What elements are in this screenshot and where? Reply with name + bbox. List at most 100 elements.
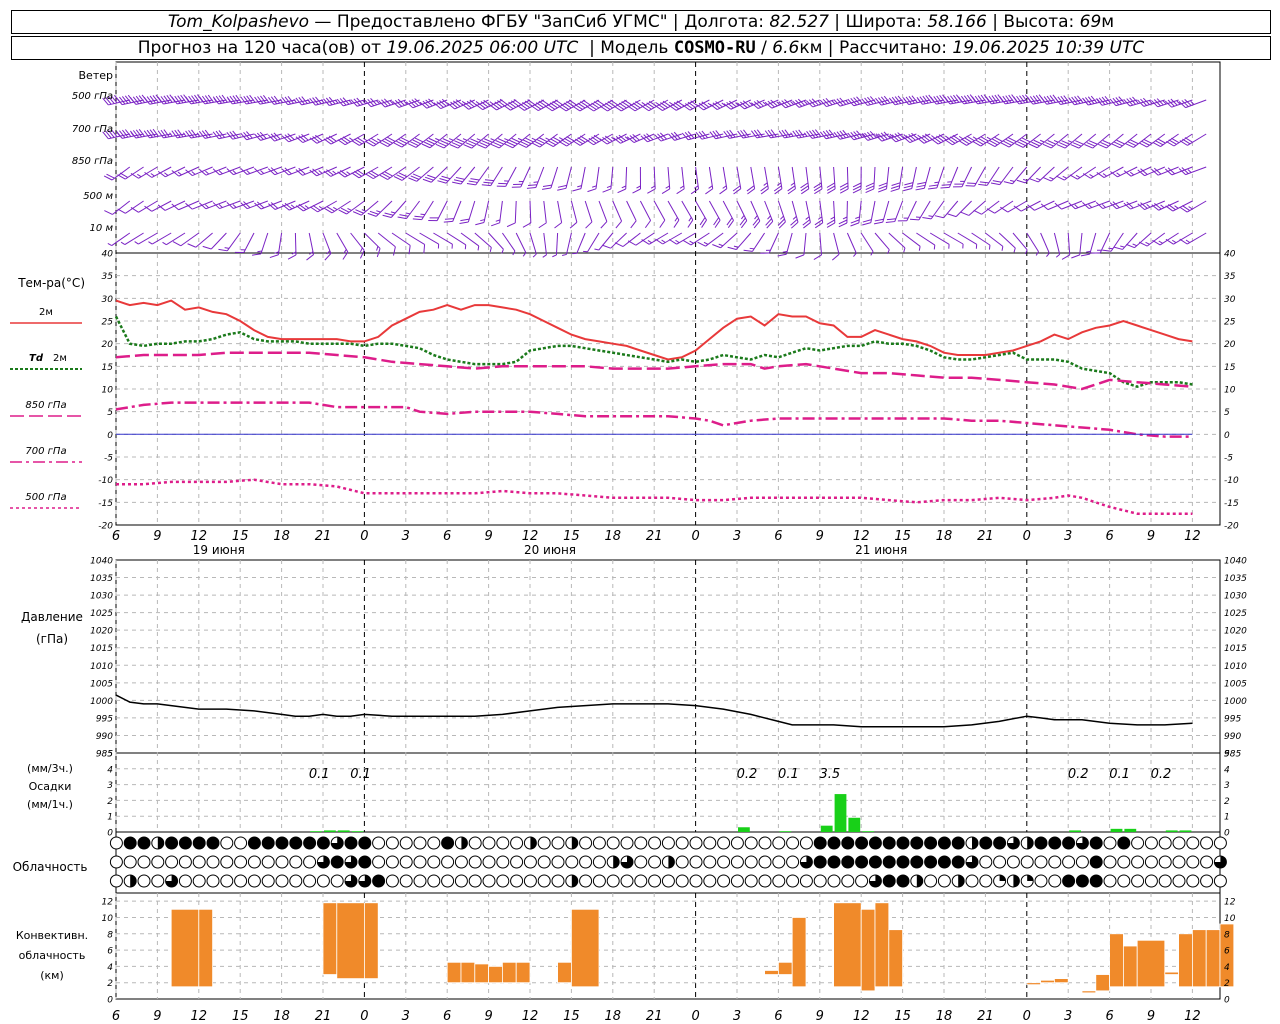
barb-flag xyxy=(273,95,281,104)
temp-xtick: 21 xyxy=(977,529,994,544)
cloud-fill xyxy=(916,875,923,887)
barb-shaft xyxy=(598,200,608,222)
wind-barb xyxy=(877,166,890,193)
barb-shaft xyxy=(467,200,476,223)
barb-half xyxy=(805,216,810,220)
barb-flag xyxy=(215,95,222,104)
conv-ytick-left: 4 xyxy=(107,963,113,973)
wind-barb xyxy=(252,232,269,256)
cloud-symbol xyxy=(358,874,372,888)
barb-flag xyxy=(770,129,777,138)
cloud-symbol xyxy=(689,855,703,869)
barb-shaft xyxy=(515,232,527,253)
temp-ytick-right: 30 xyxy=(1224,295,1236,305)
cloud-symbol xyxy=(1020,874,1034,888)
wind-barb xyxy=(903,166,917,192)
cloud-symbol xyxy=(1158,836,1172,850)
cloud-circle xyxy=(537,874,551,888)
cloud-circle xyxy=(1172,855,1186,869)
barb-flag xyxy=(423,244,426,254)
wind-barb xyxy=(915,166,931,191)
cloud-circle xyxy=(1034,874,1048,888)
cloud-symbol xyxy=(385,836,399,850)
cloud-symbol xyxy=(330,874,344,888)
cloud-symbol xyxy=(523,874,537,888)
barb-flag xyxy=(1046,95,1053,104)
barb-flag xyxy=(149,129,156,138)
barb-shaft xyxy=(735,232,752,250)
cloud-symbol xyxy=(606,836,620,850)
barb-shaft xyxy=(870,200,876,223)
cloud-fill xyxy=(869,856,882,868)
barb-flag xyxy=(157,130,164,139)
precip-bar xyxy=(1124,828,1137,832)
cloud-symbol xyxy=(910,836,924,850)
wind-barb xyxy=(802,200,811,229)
barb-flag xyxy=(160,96,167,104)
cloud-symbol xyxy=(951,874,965,888)
cloud-circle xyxy=(979,874,993,888)
wind-barb xyxy=(985,232,1004,251)
cloud-symbol xyxy=(1006,836,1020,850)
wind-barb xyxy=(1123,96,1152,107)
wind-level-700hpa: 700 гПа xyxy=(72,124,113,135)
cloud-circle xyxy=(620,836,634,850)
barb-shaft xyxy=(557,200,563,223)
barb-flag xyxy=(697,241,706,247)
cloud-symbol xyxy=(937,855,951,869)
cloud-symbol xyxy=(1200,874,1214,888)
cloud-symbol xyxy=(109,874,123,888)
wind-barb xyxy=(254,131,282,141)
press-ytick-left: 995 xyxy=(96,714,113,724)
cloud-symbol xyxy=(579,874,593,888)
barb-flag xyxy=(1090,95,1098,104)
barb-flag xyxy=(218,130,225,138)
barb-shaft xyxy=(667,200,680,221)
wind-barb xyxy=(746,166,756,195)
cloud-circle xyxy=(579,836,593,850)
barb-shaft xyxy=(277,232,283,255)
wind-barb xyxy=(985,94,1014,105)
cloud-symbol xyxy=(496,855,510,869)
cloud-circle xyxy=(661,874,675,888)
cloud-circle xyxy=(1048,855,1062,869)
barb-flag xyxy=(1003,181,1013,185)
temp-ytick-right: -20 xyxy=(1224,522,1239,532)
cloud-circle xyxy=(427,836,441,850)
cloud-symbol xyxy=(206,836,220,850)
cloud-symbol xyxy=(510,855,524,869)
wind-barb xyxy=(351,166,379,179)
pressure-panel-label: Давление xyxy=(21,610,83,624)
cloud-symbol xyxy=(758,855,772,869)
temp-ytick-right: 35 xyxy=(1224,272,1236,282)
conv-xtick: 9 xyxy=(484,1009,492,1024)
barb-shaft xyxy=(543,200,547,223)
temp-ytick-left: 30 xyxy=(102,295,114,305)
wind-barb xyxy=(787,166,796,195)
precip-bar xyxy=(324,830,336,832)
barb-half xyxy=(830,216,835,220)
temp-ytick-right: 10 xyxy=(1224,386,1236,396)
wind-barb xyxy=(538,200,547,229)
wind-barb xyxy=(501,232,516,256)
barb-half xyxy=(477,245,480,251)
barb-flag xyxy=(267,97,275,105)
barb-flag xyxy=(1013,96,1020,105)
cloud-circle xyxy=(441,855,455,869)
barb-half xyxy=(962,243,964,249)
barb-shaft xyxy=(961,166,973,188)
wind-barb xyxy=(902,232,921,251)
conv-xtick: 18 xyxy=(605,1009,622,1024)
temp-xtick: 0 xyxy=(360,529,368,544)
cloud-fill xyxy=(571,875,578,887)
cloud-symbol xyxy=(109,855,123,869)
cloud-fill xyxy=(130,875,137,887)
conv-bar xyxy=(488,965,503,984)
cloud-symbol xyxy=(482,874,496,888)
cloud-symbol xyxy=(730,874,744,888)
barb-flag xyxy=(1035,94,1043,103)
cloud-symbol xyxy=(924,874,938,888)
conv-ytick-right: 6 xyxy=(1224,947,1230,957)
wind-barb xyxy=(1026,94,1055,105)
cloud-circle xyxy=(730,855,744,869)
